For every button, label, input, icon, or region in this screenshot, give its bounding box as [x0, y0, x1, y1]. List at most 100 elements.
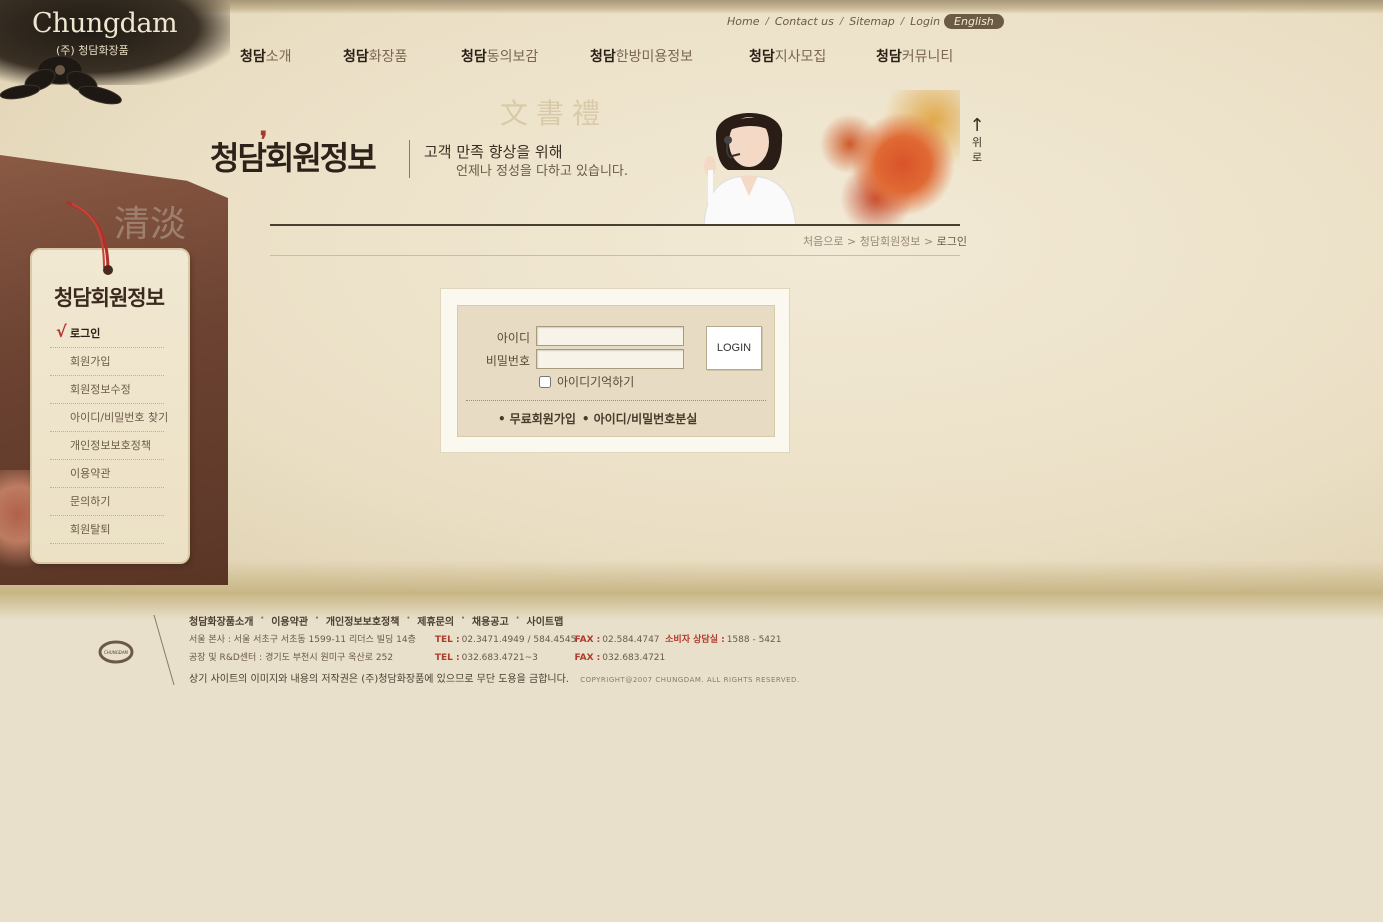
page: Chungdam (주) 청담화장품 Home / Contact us / S…: [0, 0, 1383, 922]
banner-calligraphy-bg: 文書禮: [500, 97, 609, 130]
footer-cs-number: 1588 - 5421: [726, 635, 782, 645]
breadcrumb-separator: >: [923, 235, 934, 248]
nav-item-donguibogam[interactable]: 청담동의보감: [461, 46, 538, 66]
footer-link-partnership[interactable]: 제휴문의: [417, 613, 454, 628]
footer-factory-address: 공장 및 R&D센터 : 경기도 부천시 원미구 옥산로 252: [189, 653, 394, 663]
sidebar-item-terms[interactable]: 이용약관: [50, 460, 164, 488]
footer-fax-tag: FAX :: [574, 653, 601, 663]
sidebar-item-inquiry[interactable]: 문의하기: [50, 488, 164, 516]
id-field[interactable]: [536, 326, 684, 346]
login-link[interactable]: Login: [910, 15, 940, 28]
footer-hq-address: 서울 본사 : 서울 서초구 서초동 1599-11 리더스 빌딩 14층: [189, 635, 416, 645]
remember-id-checkbox[interactable]: [539, 375, 551, 388]
password-label: 비밀번호: [485, 354, 530, 368]
breadcrumb-home[interactable]: 처음으로: [803, 235, 843, 248]
footer-copyright-ko: 상기 사이트의 이미지와 내용의 저작권은 (주)청담화장품에 있으므로 무단 …: [189, 674, 569, 685]
nav-item-beauty-info[interactable]: 청담한방미용정보: [590, 46, 693, 66]
nav-label-rest: 소개: [265, 49, 292, 65]
dotted-divider: [466, 400, 766, 401]
join-link-label: 무료회원가입: [509, 412, 576, 426]
remember-id-label: 아이디기억하기: [557, 375, 635, 389]
logo[interactable]: Chungdam (주) 청담화장품: [0, 0, 230, 110]
separator: /: [900, 16, 905, 27]
separator: /: [765, 16, 769, 27]
banner-title-mark: ❜: [260, 127, 267, 153]
bullet-icon: •: [581, 412, 590, 426]
footer-separator: ·: [461, 613, 465, 624]
sidebar-item-label: 로그인: [70, 327, 101, 340]
footer-link-about[interactable]: 청담화장품소개: [189, 613, 253, 628]
agent-image: [703, 113, 797, 226]
sidebar-item-label: 개인정보보호정책: [70, 439, 151, 452]
nav-label-strong: 청담: [590, 49, 616, 65]
separator: /: [839, 16, 844, 27]
footer-divider: [153, 614, 175, 686]
english-link[interactable]: English: [944, 14, 1004, 29]
sidebar-item-label: 아이디/비밀번호 찾기: [70, 411, 169, 424]
join-link[interactable]: • 무료회원가입: [498, 410, 576, 427]
bullet-icon: •: [498, 412, 506, 426]
logo-brand: Chungdam: [32, 8, 178, 39]
footer-cs-tag: 소비자 상담실 :: [665, 635, 725, 645]
sidebar-item-label: 회원가입: [70, 355, 111, 368]
footer-logo-text: CHUNGDAM: [104, 650, 129, 655]
footer-info-factory: 공장 및 R&D센터 : 경기도 부천시 원미구 옥산로 252 TEL :03…: [189, 650, 665, 663]
contact-link[interactable]: Contact us: [775, 15, 834, 28]
nav-label-strong: 청담: [749, 49, 775, 65]
banner-divider: [409, 140, 410, 178]
sidebar-item-label: 이용약관: [70, 467, 111, 480]
footer-tel-tag: TEL :: [434, 653, 460, 663]
find-account-link[interactable]: • 아이디/비밀번호분실: [582, 410, 697, 427]
arrow-up-icon: ↑: [969, 115, 985, 136]
footer-logo-icon: CHUNGDAM: [98, 640, 134, 664]
sidebar-item-label: 회원탈퇴: [70, 523, 111, 536]
sidebar-item-label: 문의하기: [70, 495, 111, 508]
book-calligraphy: 清淡: [114, 204, 187, 245]
footer-factory-tel: 032.683.4721~3: [461, 653, 538, 663]
footer-fax-tag: FAX :: [574, 635, 601, 645]
nav-label-rest: 화장품: [368, 49, 408, 65]
footer-hq-fax: 02.584.4747: [602, 635, 660, 645]
footer-factory-fax: 032.683.4721: [602, 653, 666, 663]
top-button-label: 위로: [971, 136, 983, 164]
login-button[interactable]: LOGIN: [706, 326, 762, 370]
footer-navigation: 청담화장품소개 · 이용약관 · 개인정보보호정책 · 제휴문의 · 채용공고 · 사이트…: [189, 613, 563, 628]
login-links: • 무료회원가입 • 아이디/비밀번호분실: [498, 410, 697, 427]
footer-link-terms[interactable]: 이용약관: [271, 613, 308, 628]
footer-hq-tel: 02.3471.4949 / 584.4545: [461, 635, 577, 645]
footer-link-privacy[interactable]: 개인정보보호정책: [326, 613, 400, 628]
check-icon: √: [56, 322, 67, 341]
banner-title: 청담 ❜ 회원정보: [210, 127, 377, 179]
nav-item-about[interactable]: 청담소개: [240, 46, 292, 66]
footer-link-careers[interactable]: 채용공고: [472, 613, 509, 628]
sidebar-item-privacy[interactable]: 개인정보보호정책: [50, 432, 164, 460]
utility-links: Home / Contact us / Sitemap / Login Engl…: [727, 14, 1004, 29]
breadcrumb-current: 로그인: [936, 235, 968, 248]
sidebar-item-join[interactable]: 회원가입: [50, 348, 164, 376]
sitemap-link[interactable]: Sitemap: [849, 15, 895, 28]
nav-label-strong: 청담: [343, 49, 369, 65]
password-field[interactable]: [536, 349, 684, 369]
nav-item-branch[interactable]: 청담지사모집: [749, 46, 826, 66]
nav-label-strong: 청담: [876, 49, 902, 65]
sidebar-item-edit-info[interactable]: 회원정보수정: [50, 376, 164, 404]
home-link[interactable]: Home: [727, 15, 759, 28]
breadcrumb-section[interactable]: 청담회원정보: [860, 235, 921, 248]
sidebar-item-label: 회원정보수정: [70, 383, 131, 396]
nav-item-cosmetics[interactable]: 청담화장품: [343, 46, 407, 66]
sidebar-item-withdraw[interactable]: 회원탈퇴: [50, 516, 164, 544]
banner-title-b: 회원정보: [264, 139, 377, 177]
tassel-icon: [65, 200, 113, 275]
remember-id[interactable]: 아이디기억하기: [539, 373, 634, 390]
sidebar-item-find-account[interactable]: 아이디/비밀번호 찾기: [50, 404, 168, 432]
sidebar-menu: 청담회원정보 √ 로그인 회원가입 회원정보수정 아이디/비밀번호 찾기 개인정보…: [30, 248, 190, 564]
footer-info-hq: 서울 본사 : 서울 서초구 서초동 1599-11 리더스 빌딩 14층 TE…: [189, 632, 781, 645]
footer-link-sitemap[interactable]: 사이트맵: [527, 613, 564, 628]
nav-label-strong: 청담: [461, 49, 487, 65]
sidebar-item-login[interactable]: √ 로그인: [50, 320, 164, 348]
banner-subtitle-2: 언제나 정성을 다하고 있습니다.: [456, 164, 629, 179]
nav-item-community[interactable]: 청담커뮤니티: [876, 46, 953, 66]
top-button[interactable]: ↑ 위로: [967, 117, 987, 165]
breadcrumb: 처음으로 > 청담회원정보 > 로그인: [803, 233, 967, 249]
banner-subtitle-1: 고객 만족 향상을 위해: [424, 143, 563, 161]
